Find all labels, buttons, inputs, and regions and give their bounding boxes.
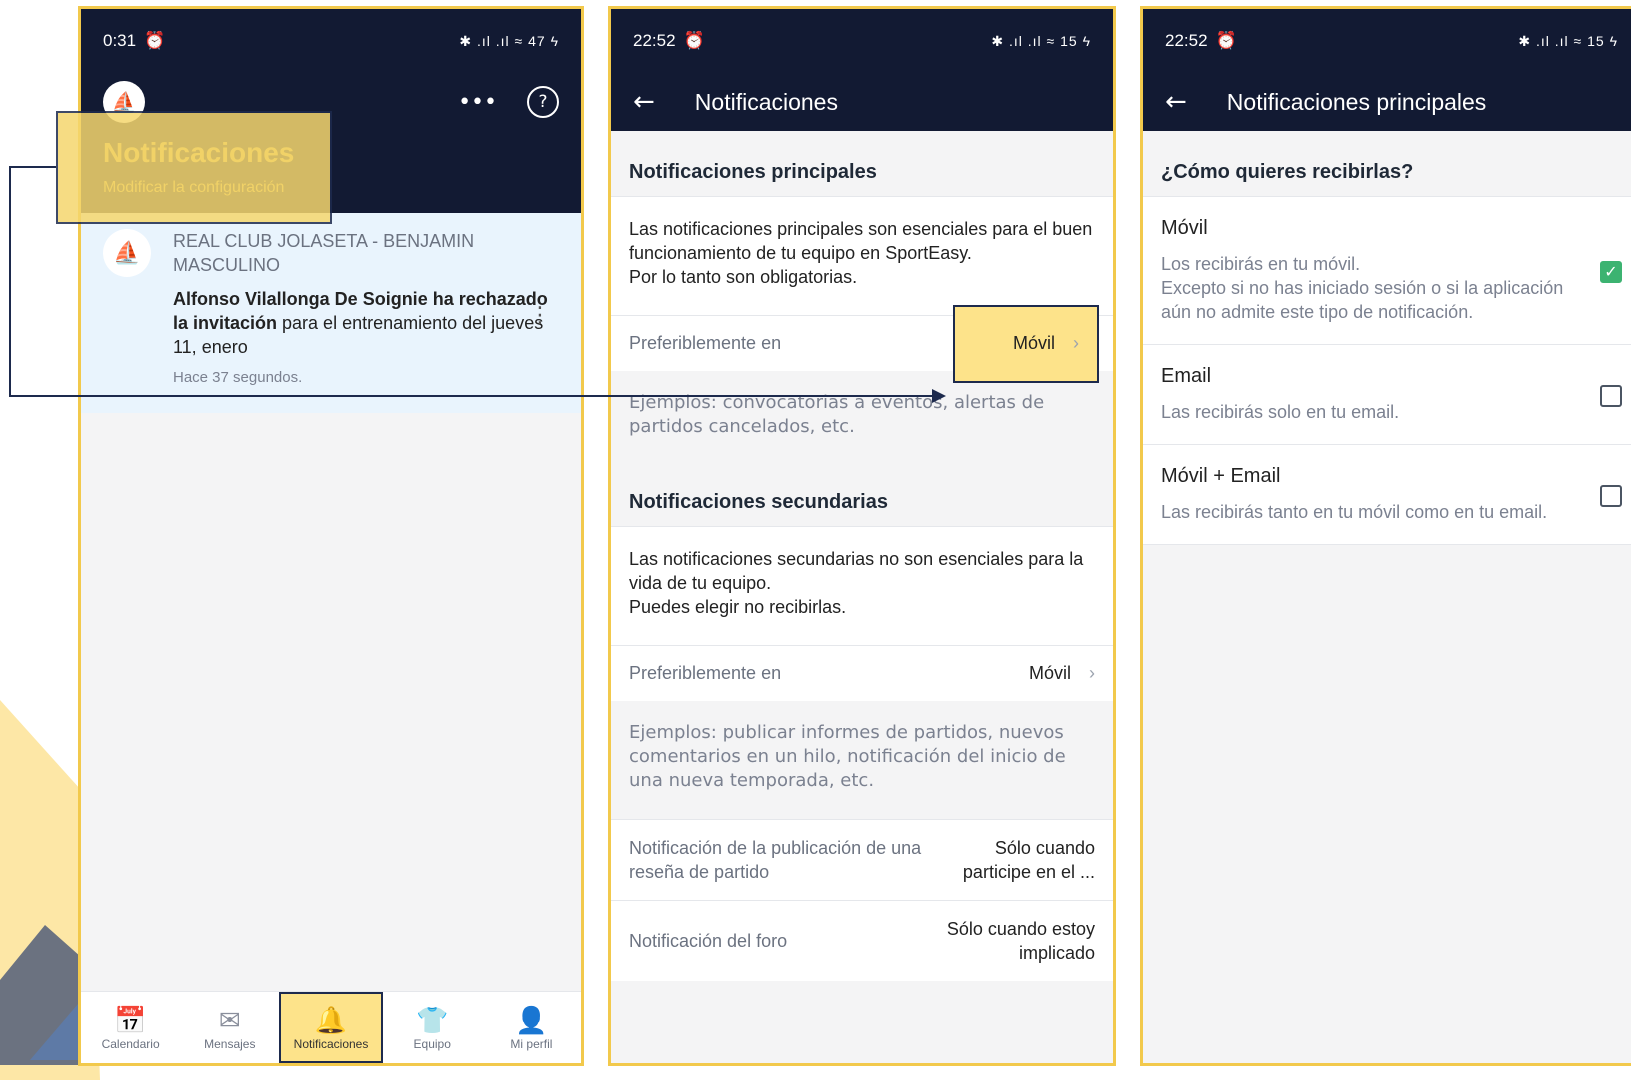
option-mobile-email[interactable]: Móvil + Email Las recibirás tanto en tu … [1143, 444, 1631, 545]
secondary-description: Las notificaciones secundarias no son es… [629, 549, 1084, 617]
highlight-callout [56, 111, 332, 224]
page-title: Notificaciones principales [1226, 88, 1487, 115]
status-bar: 22:52 ⏰ ✱ .ıl .ıl ≈ 15 ϟ [611, 9, 1113, 73]
mail-icon: ✉ [218, 1004, 241, 1035]
row-value: Sólo cuando participe en el ... [962, 838, 1095, 882]
tab-notifications[interactable]: 🔔 Notificaciones [279, 992, 383, 1063]
status-bar: 22:52 ⏰ ✱ .ıl .ıl ≈ 15 ϟ [1143, 9, 1631, 73]
checkbox-checked[interactable]: ✓ [1600, 260, 1622, 283]
preference-value: Móvil [1028, 663, 1071, 683]
checkbox-unchecked[interactable] [1600, 484, 1622, 507]
tab-label: Mensajes [204, 1036, 256, 1051]
club-name: REAL CLUB JOLASETA - BENJAMIN MASCULINO [173, 231, 475, 275]
preference-value: Móvil [1012, 333, 1055, 353]
shirt-icon: 👕 [416, 1004, 449, 1035]
status-indicators: ✱ .ıl .ıl ≈ 47 ϟ [459, 32, 559, 49]
status-bar: 0:31 ⏰ ✱ .ıl .ıl ≈ 47 ϟ [81, 9, 581, 73]
option-name: Móvil + Email [1161, 465, 1281, 487]
user-icon: 👤 [515, 1004, 548, 1035]
tab-profile[interactable]: 👤 Mi perfil [482, 992, 581, 1063]
tab-calendar[interactable]: 📅 Calendario [81, 992, 180, 1063]
tab-label: Equipo [413, 1036, 451, 1051]
notification-time: Hace 37 segundos. [173, 369, 303, 386]
status-time: 22:52 [1165, 31, 1208, 50]
option-name: Email [1161, 365, 1212, 387]
tab-label: Notificaciones [293, 1036, 369, 1051]
back-arrow-icon[interactable]: ← [633, 87, 655, 117]
tab-label: Calendario [101, 1036, 160, 1051]
status-indicators: ✱ .ıl .ıl ≈ 15 ϟ [1518, 32, 1618, 49]
help-icon[interactable]: ? [527, 86, 559, 118]
calendar-icon: 📅 [114, 1004, 147, 1035]
club-logo: ⛵ [103, 229, 151, 277]
secondary-preference-row[interactable]: Preferiblemente en Móvil › [611, 645, 1113, 701]
tab-label: Mi perfil [510, 1036, 553, 1051]
notification-item[interactable]: ⛵ REAL CLUB JOLASETA - BENJAMIN MASCULIN… [81, 213, 581, 413]
more-options-icon[interactable]: ••• [458, 90, 497, 115]
row-label: Notificación del foro [629, 931, 788, 951]
checkbox-unchecked[interactable] [1600, 384, 1622, 407]
alarm-icon: ⏰ [1215, 31, 1237, 50]
principal-examples: Ejemplos: convocatorias a eventos, alert… [611, 371, 1113, 465]
option-name: Móvil [1161, 217, 1208, 239]
section-heading-principal: Notificaciones principales [611, 131, 1113, 196]
page-title: Notificaciones [694, 88, 838, 115]
status-time: 0:31 [103, 31, 137, 50]
nav-header: ← Notificaciones principales [1143, 73, 1631, 131]
option-description: Las recibirás tanto en tu móvil como en … [1161, 502, 1548, 522]
bottom-tab-bar: 📅 Calendario ✉ Mensajes 🔔 Notificaciones 👕 E… [81, 991, 581, 1063]
principal-preference-row[interactable]: Preferiblemente en Móvil › [611, 304, 1113, 383]
option-description: Los recibirás en tu móvil. Excepto si no… [1161, 254, 1564, 322]
phone-screen-principal-settings: 22:52 ⏰ ✱ .ıl .ıl ≈ 15 ϟ ← Notificacione… [1140, 6, 1631, 1066]
phone-screen-notification-settings: 22:52 ⏰ ✱ .ıl .ıl ≈ 15 ϟ ← Notificacione… [608, 6, 1116, 1066]
chevron-right-icon: › [1089, 663, 1095, 683]
row-value: Sólo cuando estoy implicado [946, 919, 1095, 963]
highlight-box: Móvil › [953, 304, 1099, 383]
question-heading: ¿Cómo quieres recibirlas? [1161, 161, 1414, 183]
status-indicators: ✱ .ıl .ıl ≈ 15 ϟ [991, 32, 1091, 49]
bell-icon: 🔔 [314, 1004, 348, 1035]
chevron-right-icon: › [1073, 333, 1079, 353]
alarm-icon: ⏰ [683, 31, 705, 50]
kebab-menu-icon[interactable]: ⋮ [529, 303, 551, 328]
principal-description: Las notificaciones principales son esenc… [629, 219, 1093, 287]
section-heading-secondary: Notificaciones secundarias [611, 465, 1113, 526]
secondary-examples: Ejemplos: publicar informes de partidos,… [611, 701, 1113, 819]
alarm-icon: ⏰ [144, 31, 166, 50]
forum-notification-row[interactable]: Notificación del foro Sólo cuando estoy … [611, 900, 1113, 981]
option-email[interactable]: Email Las recibirás solo en tu email. [1143, 344, 1631, 444]
tab-messages[interactable]: ✉ Mensajes [180, 992, 279, 1063]
row-label: Notificación de la publicación de una re… [629, 838, 922, 882]
status-time: 22:52 [633, 31, 676, 50]
notification-message: Alfonso Vilallonga De Soignie ha rechaza… [173, 287, 559, 359]
option-mobile[interactable]: Móvil Los recibirás en tu móvil. Excepto… [1143, 196, 1631, 344]
preference-label: Preferiblemente en [629, 663, 782, 683]
back-arrow-icon[interactable]: ← [1165, 87, 1187, 117]
option-description: Las recibirás solo en tu email. [1161, 402, 1400, 422]
review-notification-row[interactable]: Notificación de la publicación de una re… [611, 819, 1113, 900]
tab-team[interactable]: 👕 Equipo [383, 992, 482, 1063]
nav-header: ← Notificaciones [611, 73, 1113, 131]
